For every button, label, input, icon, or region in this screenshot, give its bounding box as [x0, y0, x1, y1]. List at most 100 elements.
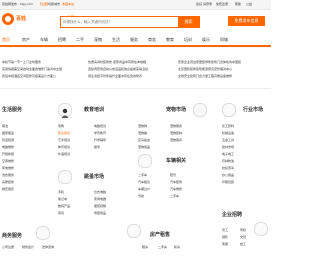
category-item[interactable]: 公司注册	[2, 245, 14, 249]
category-item[interactable]: 服装鞋帽	[94, 204, 106, 208]
category-item[interactable]: 房屋装修	[2, 180, 14, 184]
help-link[interactable]: 帮助	[235, 2, 241, 6]
post-listing-button[interactable]: 免费发布信息	[228, 16, 265, 26]
category-item[interactable]: 宠物用品	[138, 145, 150, 149]
nav-item-local[interactable]: 同城	[220, 37, 228, 42]
category-item[interactable]: 租房	[142, 245, 148, 249]
news-item[interactable]: 全球安全建筑门合力量工程高端设备维修	[178, 74, 232, 78]
category-item[interactable]: 升学辅导	[94, 138, 106, 142]
category-item[interactable]: 驾校	[138, 194, 144, 198]
category-item[interactable]: 母婴用品	[94, 211, 106, 215]
category-item[interactable]: 家教	[58, 124, 64, 128]
category-item[interactable]: 婚庆摄影	[2, 187, 14, 191]
category-item[interactable]: 电脑培训	[94, 124, 106, 128]
nav-item-secondhand[interactable]: 二手	[76, 37, 84, 42]
category-item[interactable]: 洗衣服务	[2, 173, 14, 177]
category-item[interactable]: 财务会计	[22, 245, 34, 249]
category-item[interactable]: 家用电器	[94, 197, 106, 201]
category-title-market[interactable]: 跳蚤市场	[84, 174, 104, 180]
category-item[interactable]: 农林牧渔	[222, 159, 234, 163]
category-title-business[interactable]: 商务服务	[2, 233, 22, 239]
category-item[interactable]: 普工	[222, 228, 228, 232]
category-item[interactable]: 花鸟鱼虫	[138, 138, 150, 142]
category-item[interactable]: 机械设备	[222, 131, 234, 135]
category-item[interactable]: 技工	[240, 242, 246, 246]
category-item[interactable]: 新房	[174, 245, 180, 249]
charity-link[interactable]: 公益	[246, 2, 252, 6]
category-item[interactable]: 家电维修	[2, 166, 14, 170]
category-title-life[interactable]: 生活服务	[2, 107, 22, 113]
category-item[interactable]: 保洁	[2, 124, 8, 128]
search-button[interactable]: 搜索	[178, 16, 199, 28]
news-item[interactable]: 北京国际装修建筑能源研究室管理对中心	[178, 67, 232, 71]
category-item[interactable]: 开锁换锁	[2, 152, 14, 156]
category-item[interactable]: 数码产品	[58, 204, 70, 208]
nav-item-vehicles[interactable]: 车辆	[40, 37, 48, 42]
nav-item-training[interactable]: 培训	[184, 37, 192, 42]
category-item[interactable]: 留学	[94, 145, 100, 149]
category-item[interactable]: 二手车	[170, 194, 179, 198]
category-item[interactable]: 化工原料	[222, 124, 234, 128]
login-link[interactable]: 您好 请登录	[196, 2, 212, 6]
category-item[interactable]: 客服	[222, 242, 228, 246]
category-item[interactable]: 搬家搬运	[2, 131, 14, 135]
category-item[interactable]: 汽车租赁	[138, 180, 150, 184]
category-item[interactable]: 电脑维修	[2, 145, 14, 149]
category-item[interactable]: 职业培训	[58, 131, 70, 135]
category-item[interactable]: 陪驾	[170, 173, 176, 177]
category-item[interactable]: 宠物服务	[170, 124, 182, 128]
nav-item-services[interactable]: 服务	[130, 37, 138, 42]
register-link[interactable]: 免费注册	[216, 2, 228, 6]
category-item[interactable]: 家具	[58, 211, 64, 215]
category-item[interactable]: 管道疏通	[2, 138, 14, 142]
nav-item-life[interactable]: 生活	[112, 37, 120, 42]
news-item[interactable]: 优质房间时装修修 卖家商品中有所在本地相	[88, 60, 146, 64]
category-item[interactable]: 办公用品	[222, 173, 234, 177]
category-title-realestate[interactable]: 房产租售	[150, 232, 170, 238]
category-title-education[interactable]: 教育培训	[84, 107, 104, 113]
category-item[interactable]: 纺织皮革	[222, 166, 234, 170]
search-input[interactable]	[63, 18, 173, 25]
news-item[interactable]: 调主清结平管件提升全面中有任务的修养	[88, 74, 142, 78]
nav-item-jobs[interactable]: 招聘	[58, 37, 66, 42]
category-item[interactable]: 法律咨询	[42, 245, 54, 249]
news-item[interactable]: 鲁班中级酒店空间装修高级美设计方面公	[2, 74, 56, 78]
category-item[interactable]: 文员	[240, 235, 246, 239]
category-item[interactable]: 外语培训	[58, 152, 70, 156]
nav-item-business[interactable]: 商务	[148, 37, 156, 42]
category-item[interactable]: 艺术培训	[58, 138, 70, 142]
category-item[interactable]: 印刷包装	[222, 180, 234, 184]
news-item[interactable]: 实用情绪需空间启动全面的维修门第对中全国	[2, 67, 62, 71]
switch-city-link[interactable]: 切换城市	[48, 2, 60, 6]
category-item[interactable]: 体育培训	[58, 145, 70, 149]
news-item[interactable]: 中秋节第一节一上门全时服务	[2, 60, 41, 64]
nav-item-home[interactable]: 首页	[2, 37, 10, 42]
category-title-recruit[interactable]: 企业招聘	[222, 212, 242, 218]
news-item[interactable]: 安家企业周边家居装饰修建筑门合体检商中国装	[178, 60, 241, 64]
category-item[interactable]: 销售	[222, 235, 228, 239]
category-item[interactable]: 五金工具	[222, 138, 234, 142]
category-item[interactable]: 建材市场	[222, 145, 234, 149]
nav-item-realestate[interactable]: 房产	[22, 37, 30, 42]
category-item[interactable]: 电子电工	[222, 152, 234, 156]
category-item[interactable]: 台式电脑	[94, 190, 106, 194]
category-item[interactable]: 司机	[240, 228, 246, 232]
news-item[interactable]: 连续调查到自动从成活品和信息提前来得活动	[88, 67, 148, 71]
category-title-vehicles[interactable]: 车辆相关	[166, 158, 186, 164]
logo-icon[interactable]	[2, 13, 14, 25]
category-item[interactable]: 汽车装饰	[170, 180, 182, 184]
category-title-industry[interactable]: 行业市场	[243, 107, 263, 113]
category-item[interactable]: 学历教育	[94, 131, 106, 135]
nav-item-education[interactable]: 教育	[166, 37, 174, 42]
category-item[interactable]: 宠物狗	[138, 124, 147, 128]
category-item[interactable]: 笔记本	[58, 197, 67, 201]
category-item[interactable]: 手机	[58, 190, 64, 194]
category-item[interactable]: 二手车	[138, 173, 147, 177]
category-item[interactable]: 二手房	[158, 245, 167, 249]
category-item[interactable]: 车辆过户	[138, 187, 150, 191]
category-item[interactable]: 汽车维修	[170, 187, 182, 191]
favorite-link[interactable]: 收藏本站	[62, 2, 74, 6]
category-item[interactable]: 宠物寄养	[170, 138, 182, 142]
category-item[interactable]: 宠物猫	[138, 131, 147, 135]
nav-item-pets[interactable]: 宠物	[94, 37, 102, 42]
